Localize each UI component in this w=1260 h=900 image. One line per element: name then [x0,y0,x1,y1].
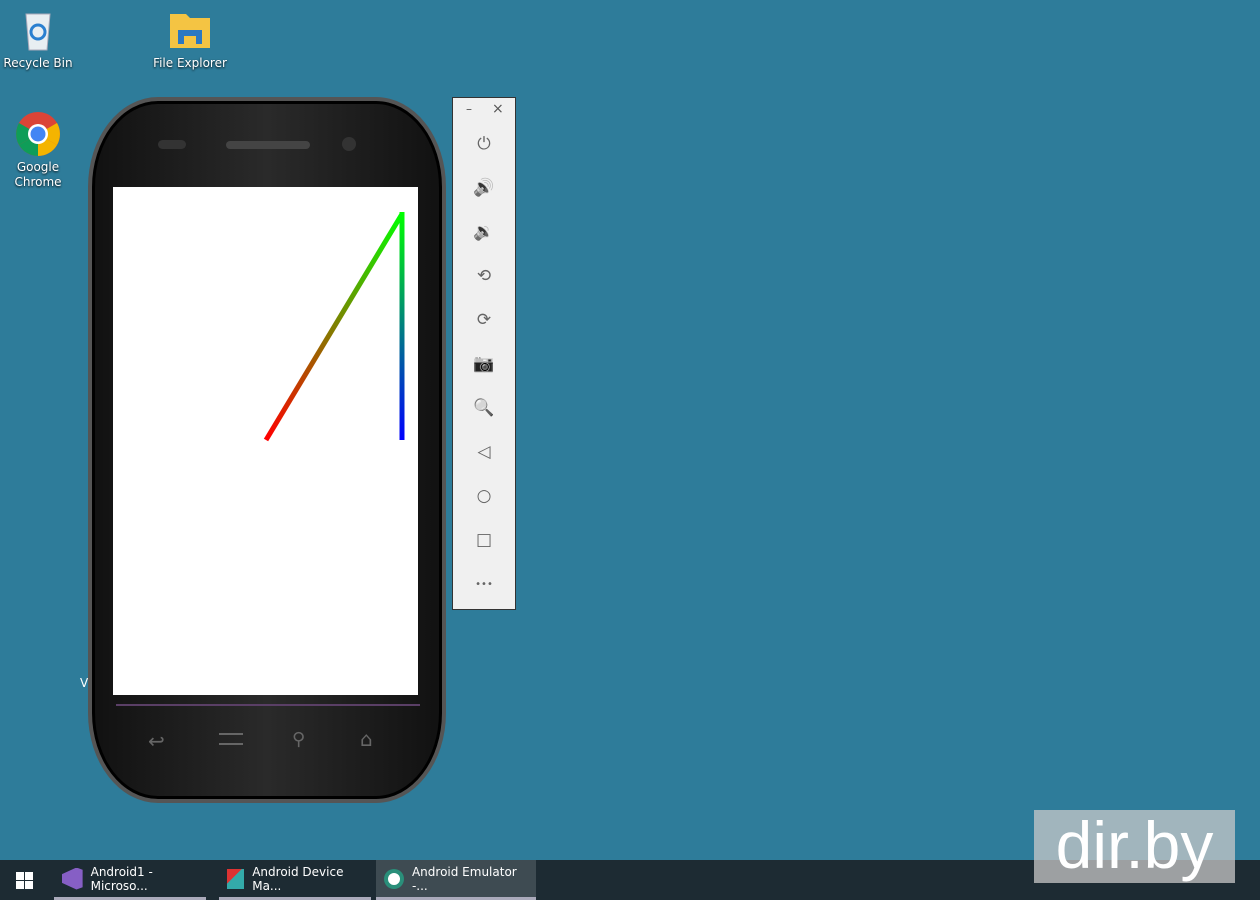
screenshot-icon: 📷 [473,354,495,374]
hw-search-button[interactable]: ⚲ [292,729,305,750]
android-emulator-icon [384,868,404,889]
hw-back-button[interactable]: ↩ [148,729,165,753]
chrome-icon [16,112,60,156]
desktop-icon-recycle-bin[interactable]: Recycle Bin [0,8,78,71]
rotate-right-button[interactable]: ⟳ [469,305,499,335]
desktop-icon-label: Recycle Bin [3,56,73,70]
more-icon: ••• [475,578,493,590]
taskbar-item-label: Android Device Ma... [252,864,344,893]
taskbar-item-label: Android1 - Microso... [90,864,153,893]
emulator-screen[interactable] [113,187,418,695]
home-icon: ○ [476,486,492,506]
volume-up-icon: 🔊 [473,178,495,198]
taskbar-item-visual-studio[interactable]: Android1 - Microso... [54,860,206,900]
hw-menu-button[interactable] [219,733,243,745]
desktop-icon-label: File Explorer [153,56,227,70]
minimize-button[interactable]: – [466,102,472,116]
device-manager-icon [227,868,245,889]
rotate-left-button[interactable]: ⟲ [469,261,499,291]
taskbar-item-android-emulator[interactable]: Android Emulator -... [376,860,536,900]
watermark: dir.by [1034,810,1235,883]
front-camera [342,137,356,151]
recycle-bin-icon [16,8,60,52]
power-button[interactable]: ⏻ [469,129,499,159]
more-button[interactable]: ••• [469,569,499,599]
hw-home-button[interactable]: ⌂ [360,727,373,751]
back-button[interactable]: ◁ [469,437,499,467]
desktop-hidden-label: V [80,676,89,690]
volume-up-button[interactable]: 🔊 [469,173,499,203]
zoom-icon: 🔍 [473,398,495,418]
overview-icon: □ [475,530,493,550]
desktop-icon-file-explorer[interactable]: File Explorer [150,8,230,71]
screenshot-button[interactable]: 📷 [469,349,499,379]
taskbar-item-device-manager[interactable]: Android Device Ma... [219,860,371,900]
taskbar-item-label: Android Emulator -... [411,864,517,893]
desktop-icon-google-chrome[interactable]: Google Chrome [0,112,78,190]
speaker-grille [226,141,310,149]
rotate-right-icon: ⟳ [476,310,492,330]
folder-icon [168,8,212,52]
rotate-left-icon: ⟲ [476,266,492,286]
desktop-icon-label: Google Chrome [14,160,62,189]
home-button[interactable]: ○ [469,481,499,511]
volume-down-button[interactable]: 🔉 [469,217,499,247]
start-button[interactable] [16,872,33,889]
zoom-button[interactable]: 🔍 [469,393,499,423]
nav-divider [116,704,420,706]
volume-down-icon: 🔉 [473,222,495,242]
close-button[interactable]: × [492,101,504,117]
visual-studio-icon [62,867,83,890]
overview-button[interactable]: □ [469,525,499,555]
gradient-line-drawing [263,212,405,442]
emulator-toolbar: – × ⏻ 🔊 🔉 ⟲ ⟳ 📷 🔍 ◁ ○ □ ••• [452,97,516,610]
back-icon: ◁ [477,442,491,462]
diagonal-line [263,212,405,442]
sensor [158,140,186,149]
power-icon: ⏻ [477,134,491,154]
